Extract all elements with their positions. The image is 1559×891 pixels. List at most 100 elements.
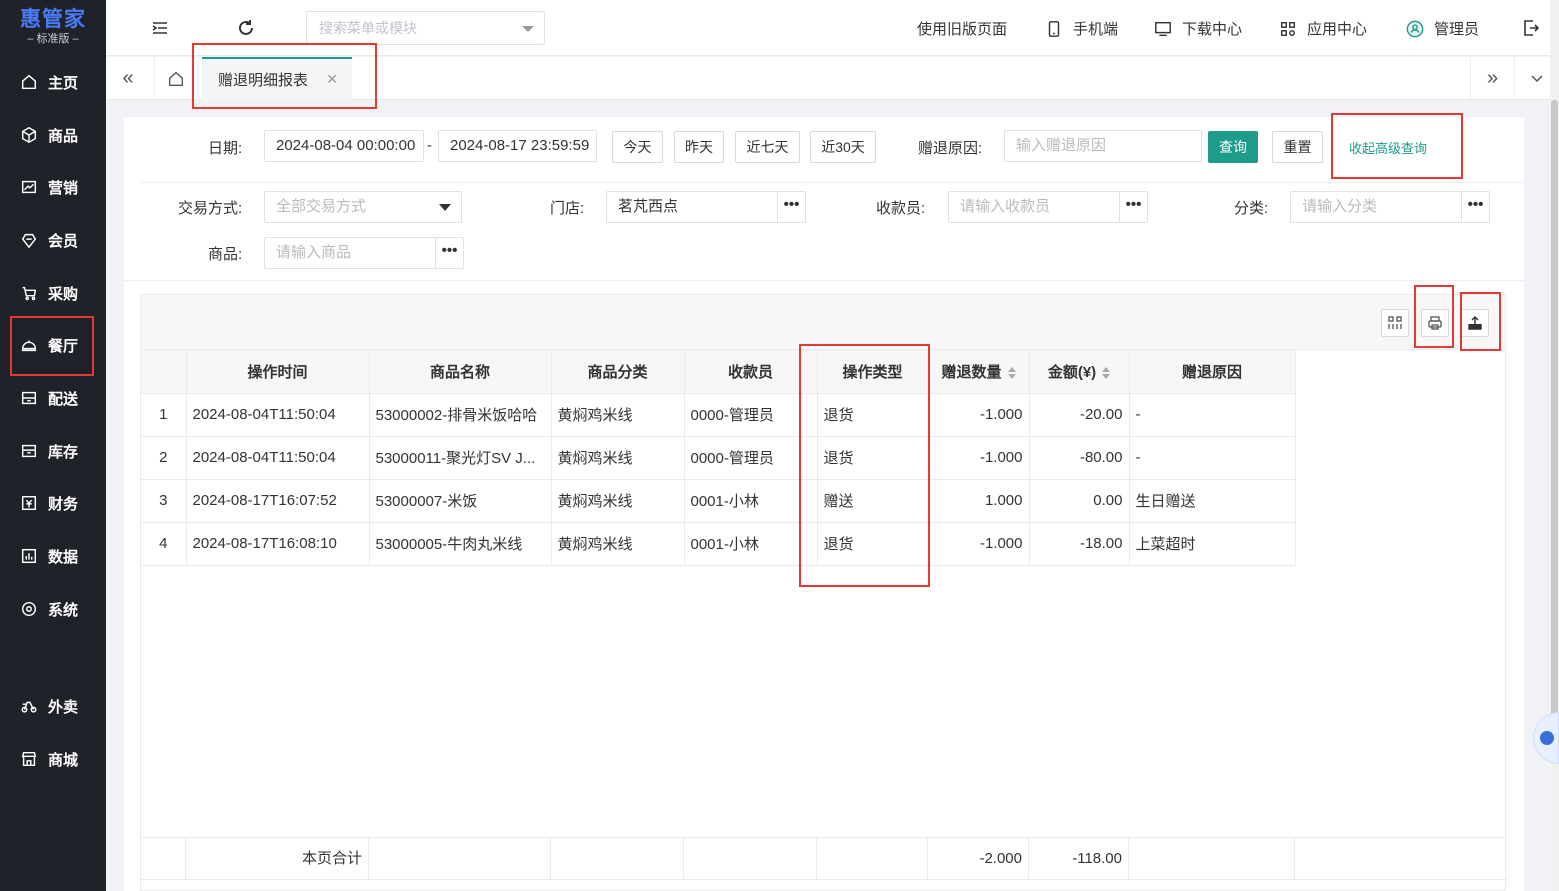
col-quantity[interactable]: 赠退数量: [928, 350, 1030, 394]
old-page-link[interactable]: 使用旧版页面: [917, 18, 1007, 39]
more-dots-icon[interactable]: •••: [1461, 192, 1489, 222]
yesterday-button[interactable]: 昨天: [674, 131, 724, 163]
sidebar-item-marketing[interactable]: 营销: [0, 167, 106, 207]
tabs-scroll-right-icon[interactable]: »: [1470, 57, 1514, 100]
scrollbar-thumb[interactable]: [1551, 100, 1558, 760]
cashier-input[interactable]: 请输入收款员 •••: [948, 191, 1148, 223]
collapse-menu-icon[interactable]: [150, 18, 170, 38]
sort-icon[interactable]: [1007, 366, 1016, 379]
logo-title: 惠管家: [20, 8, 86, 31]
divider: [124, 280, 1524, 281]
sidebar-item-takeout[interactable]: 外卖: [0, 686, 106, 726]
sidebar-item-members[interactable]: 会员: [0, 220, 106, 260]
col-reason[interactable]: 赠退原因: [1129, 350, 1296, 394]
store-label: 门店:: [550, 200, 585, 217]
col-index: [141, 350, 187, 394]
today-button[interactable]: 今天: [612, 131, 663, 163]
sidebar-item-purchase[interactable]: 采购: [0, 273, 106, 313]
cashier-label: 收款员:: [876, 200, 926, 217]
table-header-row: 操作时间 商品名称 商品分类 收款员 操作类型 赠退数量 金额(¥) 赠退原因: [141, 350, 1296, 394]
sidebar-item-label: 餐厅: [48, 337, 79, 355]
date-start-input[interactable]: 2024-08-04 00:00:00: [264, 130, 424, 162]
diamond-icon: [20, 231, 38, 249]
sidebar-item-label: 营销: [48, 179, 79, 197]
table-row[interactable]: 1 2024-08-04T11:50:04 53000002-排骨米饭哈哈 黄焖…: [141, 393, 1296, 437]
page-total-row: 本页合计 -2.000 -118.00: [141, 837, 1507, 880]
assistant-bubble-icon[interactable]: [1533, 712, 1559, 764]
column-settings-button[interactable]: [1381, 309, 1409, 337]
sidebar-item-restaurant[interactable]: 餐厅: [0, 325, 106, 365]
last-7-days-button[interactable]: 近七天: [735, 131, 800, 163]
top-header: 搜索菜单或模块 使用旧版页面 手机端 下载中心 应用中心 管理员: [106, 0, 1559, 56]
box-icon: [20, 126, 38, 144]
trade-method-select[interactable]: 全部交易方式: [264, 191, 462, 223]
refresh-icon[interactable]: [236, 18, 256, 38]
mobile-link[interactable]: 手机端: [1045, 18, 1118, 39]
sidebar-item-home[interactable]: 主页: [0, 62, 106, 102]
col-operation-type[interactable]: 操作类型: [817, 350, 929, 394]
columns-icon: [1388, 316, 1402, 329]
date-end-input[interactable]: 2024-08-17 23:59:59: [438, 130, 597, 162]
more-dots-icon[interactable]: •••: [1119, 192, 1147, 222]
finance-icon: [20, 494, 38, 512]
avatar-icon: [1406, 20, 1424, 37]
home-tab-icon[interactable]: [154, 57, 198, 100]
tab-gift-return-report[interactable]: 赠退明细报表 ✕: [202, 57, 352, 100]
col-operation-time[interactable]: 操作时间: [186, 350, 370, 394]
date-label: 日期:: [208, 140, 243, 157]
export-button[interactable]: [1461, 309, 1489, 337]
table-row[interactable]: 3 2024-08-17T16:07:52 53000007-米饭 黄焖鸡米线 …: [141, 479, 1296, 523]
scooter-icon: [20, 697, 38, 715]
app-center-link[interactable]: 应用中心: [1279, 18, 1367, 39]
sidebar-item-label: 财务: [48, 495, 79, 513]
reset-button[interactable]: 重置: [1272, 131, 1323, 163]
logout-icon[interactable]: [1521, 18, 1541, 38]
cloche-icon: [20, 336, 38, 354]
sidebar-item-finance[interactable]: 财务: [0, 483, 106, 523]
sidebar-item-goods[interactable]: 商品: [0, 115, 106, 155]
download-center-link[interactable]: 下载中心: [1154, 18, 1242, 39]
product-input[interactable]: 请输入商品 •••: [264, 237, 464, 269]
table-row[interactable]: 2 2024-08-04T11:50:04 53000011-聚光灯SV J..…: [141, 436, 1296, 480]
sidebar: 惠管家 – 标准版 – 主页 商品 营销 会员 采购 餐厅 配送 库存 财务 数…: [0, 0, 106, 891]
sidebar-item-delivery[interactable]: 配送: [0, 378, 106, 418]
sidebar-item-mall[interactable]: 商城: [0, 739, 106, 779]
sidebar-item-inventory[interactable]: 库存: [0, 431, 106, 471]
sidebar-item-label: 外卖: [48, 698, 79, 716]
more-dots-icon[interactable]: •••: [435, 238, 463, 268]
page-total-quantity: -2.000: [928, 838, 1029, 880]
col-product-category[interactable]: 商品分类: [551, 350, 685, 394]
store-input[interactable]: 茗芃西点 •••: [606, 191, 806, 223]
sidebar-item-label: 商城: [48, 751, 79, 769]
tabs-scroll-left-icon[interactable]: «: [106, 57, 150, 100]
col-product-name[interactable]: 商品名称: [369, 350, 552, 394]
reason-input[interactable]: 输入赠退原因: [1004, 130, 1202, 162]
more-dots-icon[interactable]: •••: [777, 192, 805, 222]
col-cashier[interactable]: 收款员: [684, 350, 818, 394]
chevron-down-icon: [439, 204, 451, 211]
print-button[interactable]: [1421, 309, 1449, 337]
menu-search-input[interactable]: 搜索菜单或模块: [306, 11, 545, 45]
table-row[interactable]: 4 2024-08-17T16:08:10 53000005-牛肉丸米线 黄焖鸡…: [141, 522, 1296, 566]
sidebar-item-system[interactable]: 系统: [0, 589, 106, 629]
sidebar-item-data[interactable]: 数据: [0, 536, 106, 576]
category-label: 分类:: [1234, 200, 1269, 217]
cart-icon: [20, 284, 38, 302]
query-button[interactable]: 查询: [1208, 131, 1258, 163]
sidebar-item-label: 会员: [48, 232, 79, 250]
sidebar-item-label: 数据: [48, 548, 79, 566]
collapse-advanced-query-link[interactable]: 收起高级查询: [1349, 138, 1427, 157]
monitor-icon: [1155, 21, 1171, 36]
col-amount[interactable]: 金额(¥): [1029, 350, 1130, 394]
warehouse-icon: [20, 442, 38, 460]
logo: 惠管家 – 标准版 –: [0, 0, 106, 56]
sort-icon[interactable]: [1102, 366, 1111, 379]
category-input[interactable]: 请输入分类 •••: [1290, 191, 1490, 223]
logo-edition: 标准版: [36, 33, 70, 45]
sidebar-item-label: 系统: [48, 601, 79, 619]
reason-label: 赠退原因:: [918, 140, 983, 157]
close-icon[interactable]: ✕: [326, 71, 338, 88]
last-30-days-button[interactable]: 近30天: [810, 131, 876, 163]
user-menu[interactable]: 管理员: [1406, 18, 1479, 39]
trade-method-label: 交易方式:: [178, 200, 243, 217]
